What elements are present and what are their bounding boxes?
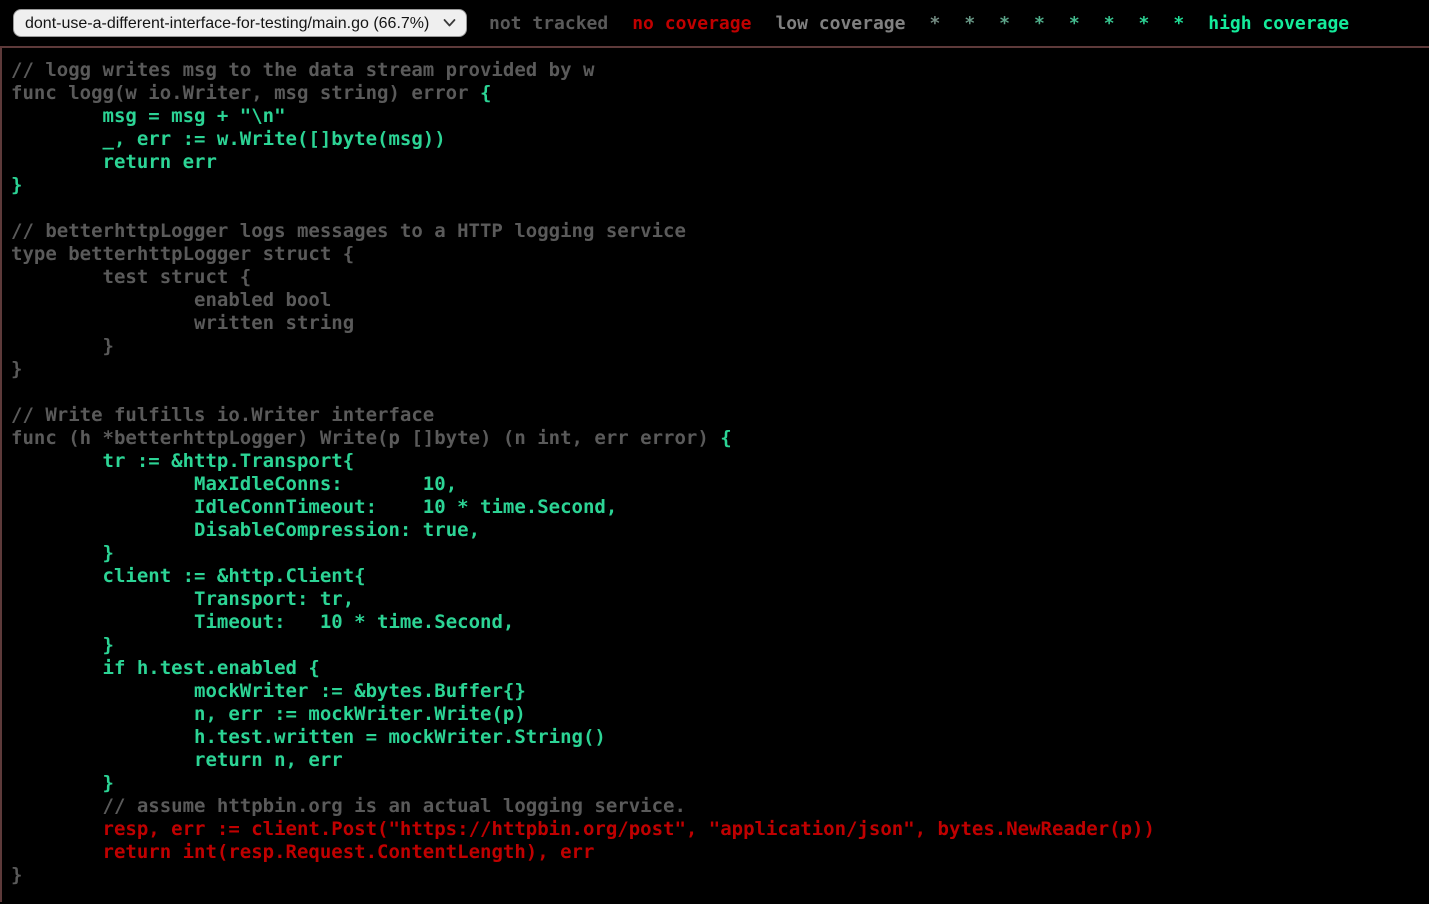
code-segment: } [11,864,22,886]
code-line: _, err := w.Write([]byte(msg)) [11,128,1429,151]
code-segment: return n, err [11,749,343,771]
legend-cov8: * [1139,13,1150,34]
legend-cov3: * [964,13,975,34]
code-segment: } [11,358,22,380]
code-segment: MaxIdleConns: 10, [11,473,457,495]
code-segment: } [11,174,22,196]
code-line: msg = msg + "\n" [11,105,1429,128]
code-segment: func logg(w io.Writer, msg string) error [11,82,480,104]
code-segment: enabled bool [11,289,331,311]
code-line: Transport: tr, [11,588,1429,611]
code-segment: resp, err := client.Post("https://httpbi… [11,818,1155,840]
code-line: if h.test.enabled { [11,657,1429,680]
code-segment: return err [11,151,217,173]
code-segment: Transport: tr, [11,588,354,610]
topbar: dont-use-a-different-interface-for-testi… [0,0,1429,48]
legend-cov6: * [1069,13,1080,34]
code-segment: // Write fulfills io.Writer interface [11,404,434,426]
legend-cov5: * [1034,13,1045,34]
legend-cov9: * [1173,13,1184,34]
legend-cov10: high coverage [1208,13,1349,34]
code-line: type betterhttpLogger struct { [11,243,1429,266]
code-segment: _, err := w.Write([]byte(msg)) [11,128,446,150]
code-line: test struct { [11,266,1429,289]
code-line: enabled bool [11,289,1429,312]
code-segment: } [11,634,114,656]
legend-cov7: * [1104,13,1115,34]
code-segment: DisableCompression: true, [11,519,480,541]
code-segment: msg = msg + "\n" [11,105,286,127]
code-line: } [11,634,1429,657]
code-line: tr := &http.Transport{ [11,450,1429,473]
code-segment: IdleConnTimeout: 10 * time.Second, [11,496,617,518]
code-segment: type betterhttpLogger struct { [11,243,354,265]
code-segment: client := &http.Client{ [11,565,366,587]
code-line: } [11,864,1429,887]
legend-nt: not tracked [489,13,608,34]
code-segment: // assume httpbin.org is an actual loggi… [11,795,686,817]
code-line: } [11,335,1429,358]
code-segment: if h.test.enabled { [11,657,320,679]
code-line: Timeout: 10 * time.Second, [11,611,1429,634]
code-segment: mockWriter := &bytes.Buffer{} [11,680,526,702]
legend-cov4: * [999,13,1010,34]
code-segment: func (h *betterhttpLogger) Write(p []byt… [11,427,720,449]
legend-cov1: low coverage [775,13,905,34]
code-segment: } [11,772,114,794]
code-line: return int(resp.Request.ContentLength), … [11,841,1429,864]
code-line: n, err := mockWriter.Write(p) [11,703,1429,726]
code-line: IdleConnTimeout: 10 * time.Second, [11,496,1429,519]
code-line: client := &http.Client{ [11,565,1429,588]
code-segment: // logg writes msg to the data stream pr… [11,59,594,81]
code-segment: test struct { [11,266,251,288]
code-segment: } [11,335,114,357]
code-segment: h.test.written = mockWriter.String() [11,726,606,748]
file-select[interactable]: dont-use-a-different-interface-for-testi… [13,9,467,37]
file-select-wrap: dont-use-a-different-interface-for-testi… [13,9,467,37]
code-segment: written string [11,312,354,334]
code-segment: // betterhttpLogger logs messages to a H… [11,220,686,242]
code-line: } [11,772,1429,795]
code-segment: { [720,427,731,449]
code-segment: Timeout: 10 * time.Second, [11,611,514,633]
code-line: resp, err := client.Post("https://httpbi… [11,818,1429,841]
code-line [11,197,1429,220]
code-segment: return int(resp.Request.ContentLength), … [11,841,594,863]
code-line: } [11,358,1429,381]
code-line: mockWriter := &bytes.Buffer{} [11,680,1429,703]
code-line: // logg writes msg to the data stream pr… [11,59,1429,82]
legend-cov0: no coverage [632,13,751,34]
code-line: h.test.written = mockWriter.String() [11,726,1429,749]
code-content: // logg writes msg to the data stream pr… [0,48,1429,902]
code-line: } [11,174,1429,197]
code-line: func (h *betterhttpLogger) Write(p []byt… [11,427,1429,450]
code-line: MaxIdleConns: 10, [11,473,1429,496]
coverage-legend: not tracked no coverage low coverage * * * * * *… [489,13,1349,34]
code-line: // assume httpbin.org is an actual loggi… [11,795,1429,818]
code-line: return n, err [11,749,1429,772]
code-segment: tr := &http.Transport{ [11,450,354,472]
code-line: } [11,542,1429,565]
code-line [11,381,1429,404]
code-line: // betterhttpLogger logs messages to a H… [11,220,1429,243]
code-segment: { [480,82,491,104]
legend-cov2: * [929,13,940,34]
code-line: written string [11,312,1429,335]
code-line: func logg(w io.Writer, msg string) error… [11,82,1429,105]
code-line: // Write fulfills io.Writer interface [11,404,1429,427]
code-segment: } [11,542,114,564]
code-line: return err [11,151,1429,174]
source-code: // logg writes msg to the data stream pr… [2,48,1429,887]
code-segment: n, err := mockWriter.Write(p) [11,703,526,725]
code-line: DisableCompression: true, [11,519,1429,542]
